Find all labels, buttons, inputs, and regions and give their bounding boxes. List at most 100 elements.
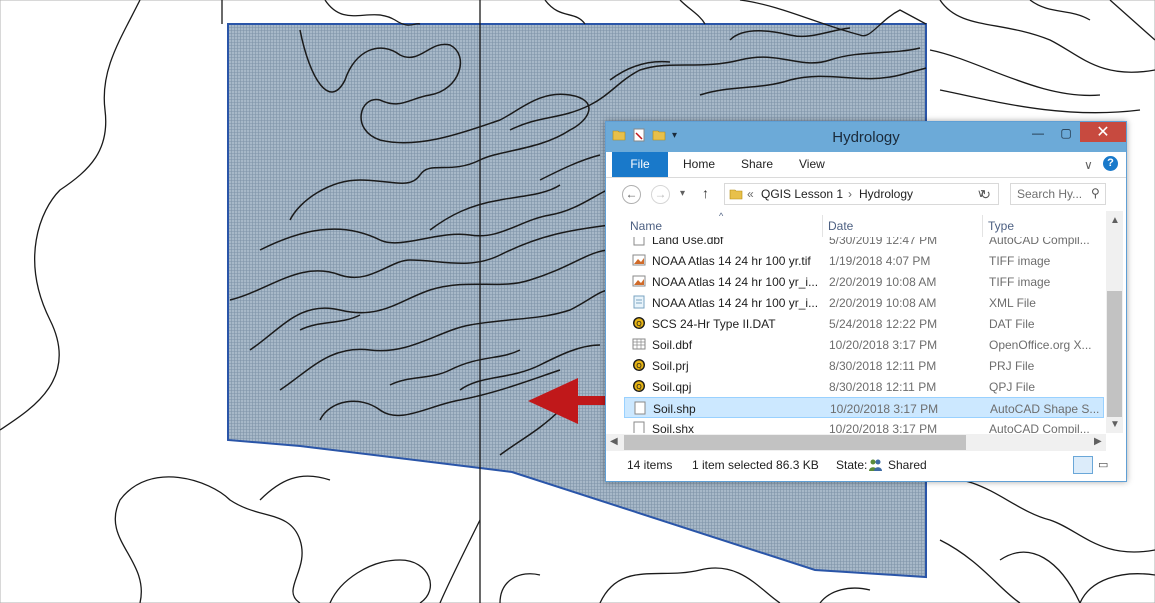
- help-icon[interactable]: ?: [1103, 156, 1118, 171]
- image-icon: [632, 254, 646, 266]
- file-row[interactable]: Q Soil.qpj 8/30/2018 12:11 PM QPJ File: [624, 376, 1104, 397]
- file-icon: [633, 421, 645, 433]
- refresh-icon[interactable]: ↻: [980, 187, 991, 203]
- address-overflow[interactable]: «: [747, 187, 754, 201]
- tab-file[interactable]: File: [612, 152, 668, 177]
- file-icon: [634, 401, 646, 415]
- file-row[interactable]: Q Soil.prj 8/30/2018 12:11 PM PRJ File: [624, 355, 1104, 376]
- selection-info: 1 item selected 86.3 KB: [692, 458, 819, 472]
- file-type: TIFF image: [989, 275, 1051, 289]
- file-name: Soil.shp: [653, 402, 696, 416]
- app-icon: Q: [633, 317, 645, 329]
- column-date[interactable]: Date: [828, 219, 853, 233]
- file-type: AutoCAD Compil...: [989, 422, 1090, 433]
- file-type: QPJ File: [989, 380, 1036, 394]
- ribbon-tabs: File Home Share View ∨ ?: [606, 152, 1126, 178]
- forward-button[interactable]: →: [651, 185, 670, 204]
- minimize-button[interactable]: —: [1024, 122, 1052, 144]
- file-name: NOAA Atlas 14 24 hr 100 yr.tif: [652, 254, 811, 268]
- scroll-down-icon[interactable]: ▼: [1110, 419, 1120, 430]
- file-row[interactable]: NOAA Atlas 14 24 hr 100 yr_i... 2/20/2019…: [624, 292, 1104, 313]
- column-divider[interactable]: [822, 215, 823, 237]
- vertical-scroll-thumb[interactable]: [1107, 291, 1122, 417]
- file-type: AutoCAD Compil...: [989, 237, 1090, 247]
- file-name: Soil.shx: [652, 422, 695, 433]
- expand-ribbon-icon[interactable]: ∨: [1084, 158, 1093, 172]
- breadcrumb-hydrology[interactable]: Hydrology: [859, 187, 913, 201]
- maximize-button[interactable]: ▢: [1052, 122, 1080, 144]
- column-type[interactable]: Type: [988, 219, 1014, 233]
- large-icons-view-button[interactable]: ▭: [1098, 458, 1108, 471]
- file-name: NOAA Atlas 14 24 hr 100 yr_i...: [652, 296, 819, 310]
- tab-share[interactable]: Share: [741, 152, 773, 177]
- up-button[interactable]: ↑: [702, 185, 709, 201]
- tab-home[interactable]: Home: [683, 152, 715, 177]
- image-icon: [632, 275, 646, 287]
- item-count: 14 items: [627, 458, 673, 472]
- search-input[interactable]: Search Hy... ⚲: [1010, 183, 1106, 205]
- file-row[interactable]: Land Use.dbf 5/30/2019 12:47 PM AutoCAD Co…: [624, 237, 1104, 250]
- file-name: SCS 24-Hr Type II.DAT: [652, 317, 776, 331]
- breadcrumb-separator: ›: [848, 187, 852, 201]
- sort-ascending-icon: ^: [719, 211, 724, 221]
- horizontal-scroll-thumb[interactable]: [624, 435, 966, 450]
- recent-locations-icon[interactable]: ▾: [680, 188, 685, 199]
- file-name: Soil.dbf: [652, 338, 693, 352]
- shared-users-icon: [869, 459, 882, 471]
- file-row[interactable]: Soil.dbf 10/20/2018 3:17 PM OpenOffice.org…: [624, 334, 1104, 355]
- file-date: 1/19/2018 4:07 PM: [829, 254, 931, 268]
- file-type: PRJ File: [989, 359, 1035, 373]
- column-name[interactable]: Name: [630, 219, 662, 233]
- file-name: Soil.prj: [652, 359, 689, 373]
- file-date: 8/30/2018 12:11 PM: [829, 359, 937, 373]
- file-type: TIFF image: [989, 254, 1051, 268]
- state-label: State:: [836, 458, 868, 472]
- file-row[interactable]: NOAA Atlas 14 24 hr 100 yr_i... 2/20/2019…: [624, 271, 1104, 292]
- table-icon: [632, 338, 646, 350]
- file-row[interactable]: Soil.shx 10/20/2018 3:17 PM AutoCAD Compil…: [624, 418, 1104, 433]
- search-placeholder: Search Hy...: [1017, 187, 1083, 201]
- file-list: Land Use.dbf 5/30/2019 12:47 PM AutoCAD Co…: [606, 237, 1106, 433]
- svg-text:Q: Q: [636, 362, 642, 370]
- search-icon[interactable]: ⚲: [1091, 186, 1100, 200]
- navigation-bar: ← → ▾ ↑ « QGIS Lesson 1 › Hydrology ∨ ↻ …: [606, 178, 1126, 211]
- file-date: 10/20/2018 3:17 PM: [830, 402, 939, 416]
- file-row[interactable]: NOAA Atlas 14 24 hr 100 yr.tif 1/19/2018 …: [624, 250, 1104, 271]
- app-icon: Q: [633, 359, 645, 371]
- close-button[interactable]: ✕: [1080, 122, 1126, 142]
- address-bar[interactable]: « QGIS Lesson 1 › Hydrology ∨: [724, 183, 999, 205]
- back-button[interactable]: ←: [622, 185, 641, 204]
- svg-text:Q: Q: [636, 320, 642, 328]
- file-name: Land Use.dbf: [652, 237, 724, 247]
- file-date: 8/30/2018 12:11 PM: [829, 380, 937, 394]
- tab-view[interactable]: View: [799, 152, 825, 177]
- state-value: Shared: [888, 458, 927, 472]
- file-type: XML File: [989, 296, 1036, 310]
- file-name: NOAA Atlas 14 24 hr 100 yr_i...: [652, 275, 819, 289]
- explorer-window: ▾ Hydrology — ▢ ✕ File Home Share View ∨…: [605, 121, 1127, 482]
- breadcrumb-qgis-lesson-1[interactable]: QGIS Lesson 1: [761, 187, 843, 201]
- details-view-button[interactable]: [1073, 456, 1093, 474]
- vertical-scrollbar[interactable]: ▲ ▼: [1106, 211, 1123, 433]
- column-headers: ^ Name Date Type: [606, 211, 1106, 237]
- file-type: OpenOffice.org X...: [989, 338, 1092, 352]
- svg-text:Q: Q: [636, 383, 642, 391]
- file-type: AutoCAD Shape S...: [990, 402, 1100, 416]
- scroll-left-icon[interactable]: ◀: [610, 436, 618, 447]
- horizontal-scrollbar[interactable]: ◀ ▶: [606, 434, 1106, 451]
- file-row[interactable]: Soil.shp 10/20/2018 3:17 PM AutoCAD Shape …: [624, 397, 1104, 418]
- xml-icon: [633, 295, 645, 309]
- scroll-right-icon[interactable]: ▶: [1094, 436, 1102, 447]
- scroll-up-icon[interactable]: ▲: [1110, 215, 1120, 226]
- file-date: 5/30/2019 12:47 PM: [829, 237, 938, 247]
- file-name: Soil.qpj: [652, 380, 692, 394]
- file-type: DAT File: [989, 317, 1035, 331]
- app-icon: Q: [633, 380, 645, 392]
- title-bar[interactable]: ▾ Hydrology — ▢ ✕: [606, 122, 1126, 152]
- file-date: 10/20/2018 3:17 PM: [829, 422, 938, 433]
- folder-icon: [729, 189, 743, 200]
- file-icon: [633, 237, 645, 246]
- status-bar: 14 items 1 item selected 86.3 KB State: …: [606, 452, 1126, 481]
- column-divider[interactable]: [982, 215, 983, 237]
- file-row[interactable]: Q SCS 24-Hr Type II.DAT 5/24/2018 12:22 PM…: [624, 313, 1104, 334]
